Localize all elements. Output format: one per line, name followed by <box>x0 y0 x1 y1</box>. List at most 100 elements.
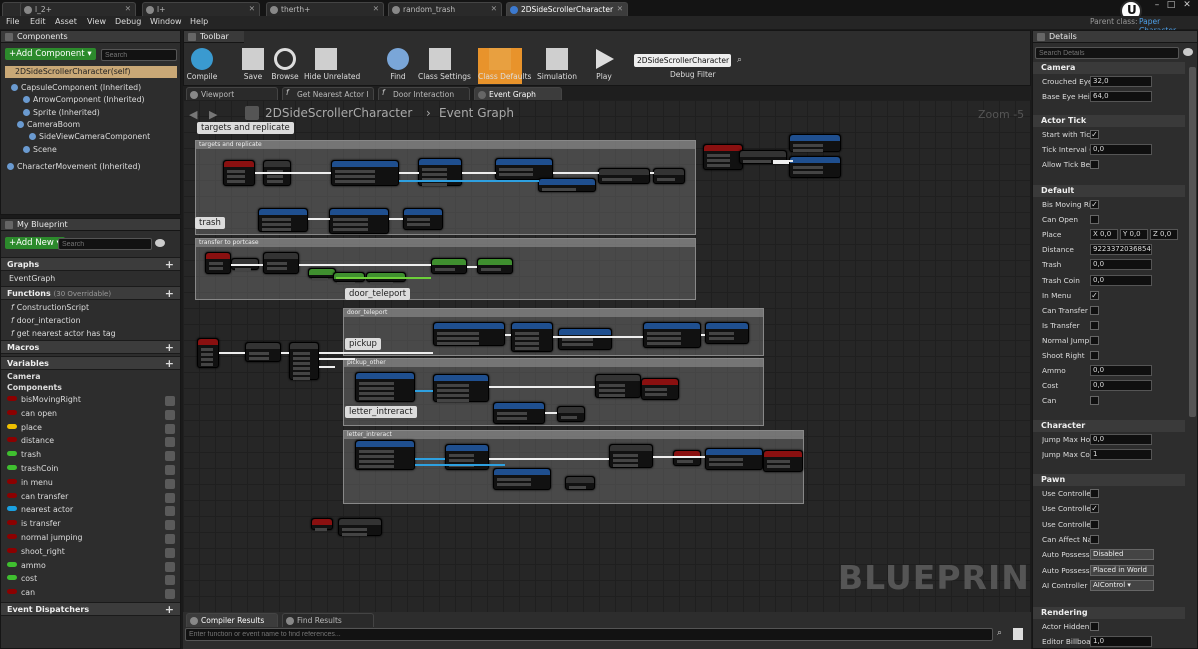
node-pin[interactable] <box>249 352 270 355</box>
node-pin[interactable] <box>293 372 310 375</box>
visibility-eye-icon[interactable] <box>165 437 175 448</box>
blueprint-node[interactable] <box>763 450 803 472</box>
node-pin[interactable] <box>613 464 639 467</box>
variable-group[interactable]: Components <box>7 383 62 392</box>
node-pin[interactable] <box>562 343 594 346</box>
add-dispatcher-icon[interactable]: + <box>165 603 174 616</box>
visibility-eye-icon[interactable] <box>165 396 175 406</box>
details-value-input[interactable]: 1 <box>1090 449 1152 460</box>
node-pin[interactable] <box>262 228 291 231</box>
blueprint-node[interactable] <box>789 134 841 152</box>
back-arrow-icon[interactable]: ◀ <box>189 108 197 121</box>
blueprint-node[interactable] <box>705 448 763 470</box>
node-pin[interactable] <box>335 175 375 178</box>
blueprint-node[interactable] <box>595 374 641 398</box>
close-icon[interactable]: ✕ <box>491 4 497 13</box>
node-pin[interactable] <box>333 218 368 221</box>
details-dropdown[interactable]: AIControl ▾ <box>1090 579 1154 591</box>
maximize-button[interactable]: □ <box>1164 0 1178 13</box>
menu-asset[interactable]: Asset <box>55 17 77 26</box>
node-pin[interactable] <box>499 168 533 171</box>
node-pin[interactable] <box>437 389 470 392</box>
node-pin[interactable] <box>267 267 288 270</box>
details-value-input[interactable]: 0,0 <box>1090 144 1152 155</box>
variable-item[interactable]: in menu <box>7 478 175 491</box>
node-pin[interactable] <box>342 528 368 531</box>
doc-tab-active[interactable]: 2DSideScrollerCharacter ✕ <box>506 2 628 16</box>
node-pin[interactable] <box>337 282 355 285</box>
blueprint-node[interactable] <box>355 440 415 470</box>
node-pin[interactable] <box>569 486 586 489</box>
details-category-pawn[interactable]: Pawn <box>1033 474 1185 486</box>
node-pin[interactable] <box>645 388 667 391</box>
details-checkbox[interactable]: ✓ <box>1090 504 1099 514</box>
node-pin[interactable] <box>613 454 639 457</box>
node-pin[interactable] <box>407 223 430 226</box>
node-pin[interactable] <box>359 465 394 468</box>
node-pin[interactable] <box>359 450 394 453</box>
node-pin[interactable] <box>515 347 539 350</box>
node-pin[interactable] <box>793 171 823 174</box>
blueprint-node[interactable] <box>289 342 319 380</box>
component-item[interactable]: SideViewCameraComponent <box>29 132 150 141</box>
visibility-eye-icon[interactable] <box>165 506 175 517</box>
details-checkbox[interactable] <box>1090 320 1099 330</box>
component-item[interactable]: Scene <box>23 145 57 154</box>
node-pin[interactable] <box>437 337 479 340</box>
doc-tab[interactable]: l_2+ ✕ <box>20 2 136 16</box>
close-icon[interactable]: ✕ <box>125 4 131 13</box>
node-pin[interactable] <box>481 268 502 271</box>
node-pin[interactable] <box>497 412 527 415</box>
visibility-eye-icon[interactable] <box>165 465 175 475</box>
details-checkbox[interactable]: ✓ <box>1090 200 1099 209</box>
visibility-eye-icon[interactable] <box>165 478 175 489</box>
visibility-eye-icon[interactable] <box>165 520 175 531</box>
components-search-input[interactable] <box>101 49 177 61</box>
node-pin[interactable] <box>767 460 790 463</box>
eye-icon[interactable] <box>155 239 165 247</box>
node-pin[interactable] <box>793 144 823 147</box>
details-value-input[interactable]: 92233720368547 <box>1090 244 1152 256</box>
blueprint-node[interactable] <box>331 160 399 186</box>
variable-item[interactable]: ammo <box>7 561 175 574</box>
blueprint-node[interactable] <box>598 168 650 184</box>
blueprint-node[interactable] <box>493 468 551 490</box>
node-pin[interactable] <box>497 417 527 420</box>
node-pin[interactable] <box>709 332 735 335</box>
node-pin[interactable] <box>422 168 448 171</box>
node-pin[interactable] <box>209 262 224 265</box>
node-pin[interactable] <box>645 393 667 396</box>
node-pin[interactable] <box>707 164 730 167</box>
visibility-eye-icon[interactable] <box>165 409 175 420</box>
node-pin[interactable] <box>709 458 743 461</box>
details-value-input[interactable]: 64,0 <box>1090 91 1152 102</box>
blueprint-node[interactable] <box>493 402 545 424</box>
close-icon[interactable]: ✕ <box>617 4 623 13</box>
details-value-input[interactable]: 0,0 <box>1090 434 1152 445</box>
blueprint-node[interactable] <box>511 322 553 352</box>
menu-edit[interactable]: Edit <box>30 17 46 26</box>
blueprint-node[interactable] <box>538 178 596 192</box>
doc-tab[interactable]: random_trash ✕ <box>388 2 502 16</box>
blueprint-node[interactable] <box>477 258 513 274</box>
details-category-rendering[interactable]: Rendering <box>1033 607 1185 619</box>
node-pin[interactable] <box>293 367 310 370</box>
comment-bubble[interactable]: pickup <box>345 338 381 350</box>
tab-find-results[interactable]: Find Results <box>282 613 374 627</box>
node-pin[interactable] <box>312 278 328 281</box>
event-dispatchers-section[interactable]: Event Dispatchers + <box>1 602 180 616</box>
node-pin[interactable] <box>293 362 310 365</box>
comment-bubble[interactable]: letter_intreract <box>345 406 417 418</box>
event-graph-canvas[interactable]: ◀ ▶ 2DSideScrollerCharacter › Event Grap… <box>183 100 1030 612</box>
visibility-eye-icon[interactable] <box>165 575 175 586</box>
node-pin[interactable] <box>359 397 394 400</box>
comment-bubble[interactable]: door_teleport <box>345 288 411 300</box>
blueprint-node[interactable] <box>558 328 612 350</box>
node-pin[interactable] <box>227 175 245 178</box>
node-pin[interactable] <box>227 170 245 173</box>
blueprint-node[interactable] <box>245 342 281 362</box>
menu-window[interactable]: Window <box>150 17 182 26</box>
blueprint-node[interactable] <box>609 444 653 468</box>
visibility-eye-icon[interactable] <box>165 451 175 462</box>
class-defaults-button[interactable]: Class Defaults <box>478 48 531 84</box>
